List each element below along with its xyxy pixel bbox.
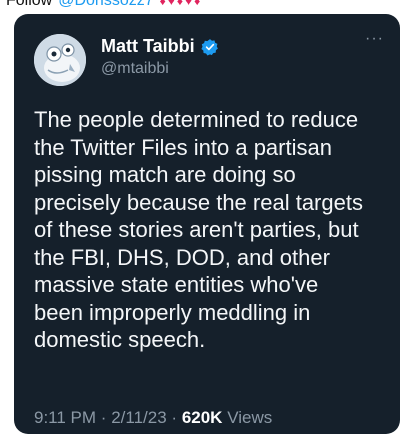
- tweet-line: The people determined to reduce: [34, 107, 359, 132]
- tweet-line: domestic speech.: [34, 327, 206, 352]
- tweet-card: Matt Taibbi @mtaibbi ··· The people dete…: [14, 14, 400, 434]
- avatar-image: [34, 34, 86, 86]
- verified-badge-icon: [201, 38, 218, 56]
- tweet-line: the Twitter Files into a partisan: [34, 134, 332, 160]
- avatar[interactable]: [34, 34, 86, 86]
- tweet-line: of these stories aren't parties, but: [34, 217, 359, 242]
- author-name[interactable]: Matt Taibbi: [101, 36, 195, 57]
- meta-separator: ·: [100, 408, 107, 427]
- more-options-icon[interactable]: ···: [365, 30, 384, 48]
- tweet-line: pissing match are doing so: [34, 162, 296, 187]
- author-handle[interactable]: @mtaibbi: [101, 60, 169, 78]
- tweet-line: precisely because the real targets: [34, 189, 363, 215]
- tweet-text: The people determined to reduce the Twit…: [34, 106, 386, 354]
- views-label: Views: [227, 408, 273, 427]
- tweet-line: the FBI, DHS, DOD, and other: [34, 244, 330, 270]
- tweet-line: been improperly meddling in: [34, 299, 311, 325]
- emoji-text: ♦♥♦♥♦: [159, 0, 203, 8]
- author-row: Matt Taibbi: [101, 36, 219, 57]
- tweet-meta: 9:11 PM · 2/11/23 · 620K Views: [34, 408, 272, 428]
- meta-separator: ·: [171, 408, 178, 427]
- top-handle[interactable]: @Dorissozz7: [58, 0, 153, 10]
- tweet-time[interactable]: 9:11 PM: [34, 408, 96, 427]
- tweet-line: massive state entities who've: [34, 272, 319, 297]
- follow-text[interactable]: Follow: [6, 0, 52, 10]
- top-strip: Follow @Dorissozz7 ♦♥♦♥♦: [0, 0, 414, 11]
- views-count[interactable]: 620K: [182, 408, 223, 427]
- tweet-date[interactable]: 2/11/23: [111, 408, 166, 427]
